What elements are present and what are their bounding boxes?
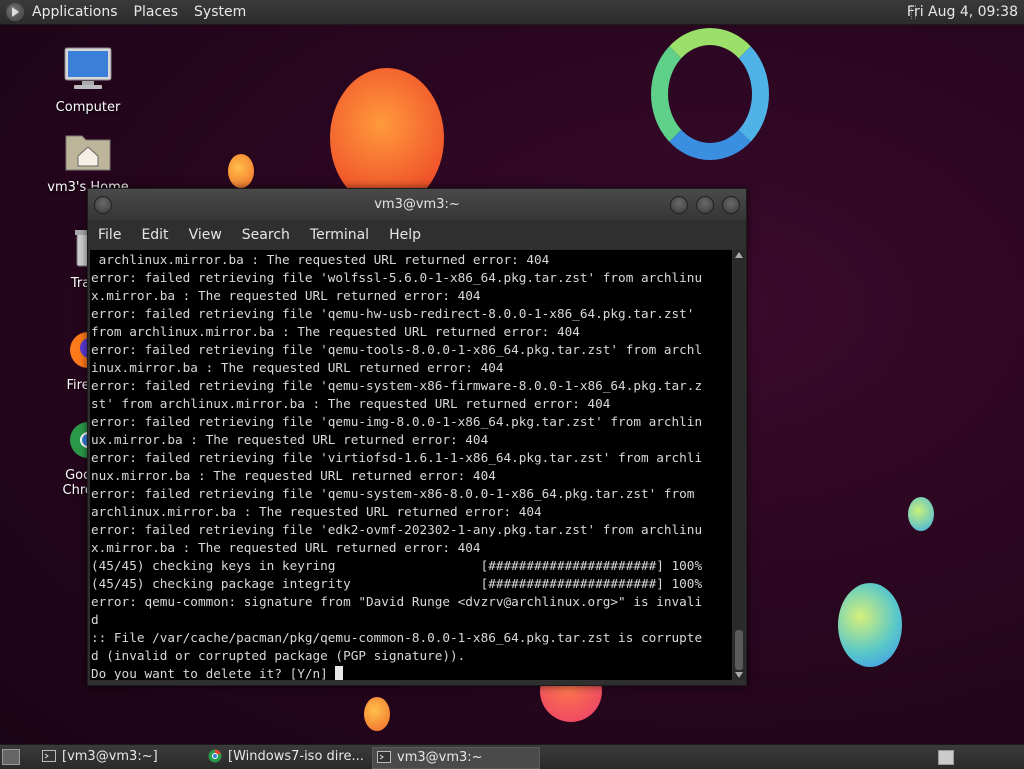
- taskbar-item-label: vm3@vm3:~: [397, 750, 483, 765]
- terminal-text[interactable]: archlinux.mirror.ba : The requested URL …: [90, 250, 732, 680]
- top-panel: Applications Places System Fri Aug 4, 09…: [0, 0, 1024, 25]
- terminal-line: from archlinux.mirror.ba : The requested…: [91, 324, 580, 339]
- window-menu-icon[interactable]: [94, 196, 112, 214]
- menu-view[interactable]: View: [179, 220, 232, 250]
- workspace-switcher[interactable]: [938, 750, 954, 765]
- terminal-output[interactable]: archlinux.mirror.ba : The requested URL …: [90, 250, 732, 680]
- terminal-line: st' from archlinux.mirror.ba : The reque…: [91, 396, 611, 411]
- show-desktop-icon[interactable]: [2, 749, 20, 765]
- terminal-line: error: failed retrieving file 'qemu-syst…: [91, 378, 703, 393]
- bottom-panel: [vm3@vm3:~] [Windows7-iso dire... vm3@vm…: [0, 744, 1024, 769]
- terminal-scrollbar[interactable]: [733, 250, 745, 680]
- maximize-icon[interactable]: [696, 196, 714, 214]
- desktop-icon-label: Computer: [55, 100, 121, 115]
- terminal-line: Do you want to delete it? [Y/n]: [91, 665, 732, 680]
- terminal-icon: [42, 750, 56, 762]
- terminal-line: error: failed retrieving file 'qemu-syst…: [91, 486, 695, 501]
- taskbar-item-label: [Windows7-iso dire...: [228, 749, 364, 764]
- scroll-up-arrow-icon[interactable]: [735, 252, 743, 258]
- menu-edit[interactable]: Edit: [131, 220, 178, 250]
- terminal-line: x.mirror.ba : The requested URL returned…: [91, 288, 481, 303]
- chrome-icon: [208, 749, 222, 763]
- desktop-icon-computer[interactable]: Computer: [43, 46, 133, 115]
- wallpaper-green-blue-blob: [838, 583, 902, 667]
- wallpaper-ring: [651, 28, 769, 160]
- terminal-line: (45/45) checking keys in keyring [######…: [91, 558, 703, 573]
- menu-applications[interactable]: Applications: [24, 0, 126, 24]
- terminal-line: ux.mirror.ba : The requested URL returne…: [91, 432, 489, 447]
- wallpaper-green-blue-dot: [908, 497, 934, 531]
- terminal-line: error: qemu-common: signature from "Davi…: [91, 594, 703, 609]
- applications-logo-icon[interactable]: [6, 3, 24, 21]
- terminal-line: (45/45) checking package integrity [####…: [91, 576, 703, 591]
- taskbar-item-terminal-1[interactable]: [vm3@vm3:~]: [38, 747, 222, 767]
- terminal-window[interactable]: vm3@vm3:~ File Edit View Search Terminal…: [87, 188, 747, 686]
- terminal-line: error: failed retrieving file 'wolfssl-5…: [91, 270, 703, 285]
- computer-icon: [64, 47, 112, 89]
- terminal-line: archlinux.mirror.ba : The requested URL …: [91, 504, 542, 519]
- terminal-line: error: failed retrieving file 'qemu-img-…: [91, 414, 703, 429]
- menu-places[interactable]: Places: [126, 0, 187, 24]
- terminal-line: d: [91, 612, 99, 627]
- terminal-line: error: failed retrieving file 'virtiofsd…: [91, 450, 703, 465]
- wallpaper-bottom-small-dot: [364, 697, 390, 731]
- wallpaper-small-orange-dot: [228, 154, 254, 188]
- scroll-down-arrow-icon[interactable]: [735, 672, 743, 678]
- minimize-icon[interactable]: [670, 196, 688, 214]
- terminal-line: :: File /var/cache/pacman/pkg/qemu-commo…: [91, 630, 703, 645]
- taskbar-item-label: [vm3@vm3:~]: [62, 749, 158, 764]
- scrollbar-thumb[interactable]: [735, 630, 743, 670]
- menu-help[interactable]: Help: [379, 220, 431, 250]
- menu-terminal[interactable]: Terminal: [300, 220, 379, 250]
- terminal-line: archlinux.mirror.ba : The requested URL …: [91, 252, 550, 267]
- terminal-line: d (invalid or corrupted package (PGP sig…: [91, 648, 466, 663]
- terminal-line: x.mirror.ba : The requested URL returned…: [91, 540, 481, 555]
- terminal-line: inux.mirror.ba : The requested URL retur…: [91, 360, 504, 375]
- desktop-icon-home[interactable]: vm3's Home: [43, 128, 133, 195]
- menu-file[interactable]: File: [88, 220, 131, 250]
- close-icon[interactable]: [722, 196, 740, 214]
- terminal-cursor: [335, 666, 344, 680]
- wallpaper-orange-blob: [330, 68, 444, 208]
- menu-system[interactable]: System: [186, 0, 254, 24]
- terminal-line: error: failed retrieving file 'edk2-ovmf…: [91, 522, 703, 537]
- taskbar-item-terminal-2[interactable]: vm3@vm3:~: [372, 747, 540, 769]
- terminal-line: error: failed retrieving file 'qemu-hw-u…: [91, 306, 695, 321]
- terminal-line: nux.mirror.ba : The requested URL return…: [91, 468, 496, 483]
- clock[interactable]: Fri Aug 4, 09:38: [907, 0, 1018, 24]
- menu-search[interactable]: Search: [232, 220, 300, 250]
- terminal-menubar: File Edit View Search Terminal Help: [88, 220, 746, 250]
- terminal-titlebar[interactable]: vm3@vm3:~: [88, 189, 746, 220]
- terminal-icon: [377, 751, 391, 763]
- window-title: vm3@vm3:~: [374, 197, 460, 212]
- terminal-line: error: failed retrieving file 'qemu-tool…: [91, 342, 703, 357]
- taskbar-item-chrome[interactable]: [Windows7-iso dire...: [204, 747, 390, 767]
- home-folder-icon: [65, 135, 111, 171]
